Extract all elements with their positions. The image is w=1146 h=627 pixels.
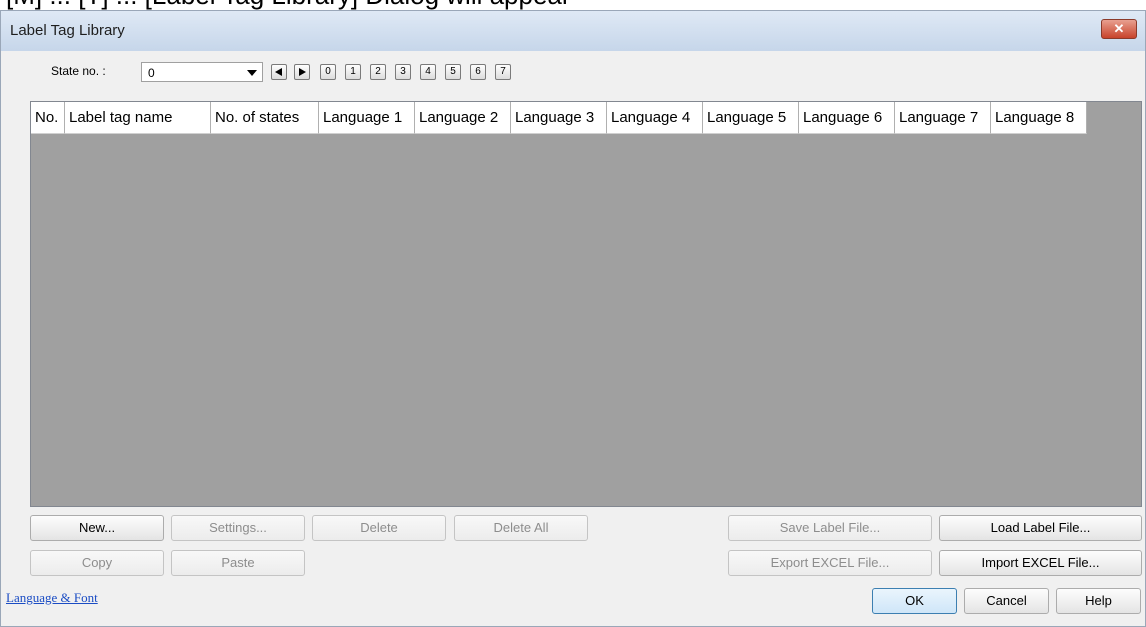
dialog-title: Label Tag Library — [10, 22, 125, 39]
state-button-7[interactable]: 7 — [495, 64, 511, 80]
column-header-language-1[interactable]: Language 1 — [319, 102, 415, 134]
state-selector-row: State no. : 0 0 1 2 3 4 5 6 7 — [1, 55, 1145, 85]
language-font-link[interactable]: Language & Font — [6, 590, 98, 606]
column-header-language-2[interactable]: Language 2 — [415, 102, 511, 134]
title-bar: Label Tag Library ✕ — [1, 11, 1145, 51]
help-button[interactable]: Help — [1056, 588, 1141, 614]
export-excel-file-button[interactable]: Export EXCEL File... — [728, 550, 932, 576]
state-button-2[interactable]: 2 — [370, 64, 386, 80]
state-button-6[interactable]: 6 — [470, 64, 486, 80]
column-header-no[interactable]: No. — [31, 102, 65, 134]
column-header-language-4[interactable]: Language 4 — [607, 102, 703, 134]
state-button-0[interactable]: 0 — [320, 64, 336, 80]
delete-button[interactable]: Delete — [312, 515, 446, 541]
state-no-value: 0 — [148, 66, 155, 80]
label-tag-library-dialog: Label Tag Library ✕ State no. : 0 0 1 2 … — [0, 10, 1146, 627]
paste-button[interactable]: Paste — [171, 550, 305, 576]
column-header-language-7[interactable]: Language 7 — [895, 102, 991, 134]
column-header-language-6[interactable]: Language 6 — [799, 102, 895, 134]
column-header-language-5[interactable]: Language 5 — [703, 102, 799, 134]
state-button-1[interactable]: 1 — [345, 64, 361, 80]
clipped-caption-text: [M] ... [T] ... [Label Tag Library] Dial… — [0, 0, 1146, 10]
load-label-file-button[interactable]: Load Label File... — [939, 515, 1142, 541]
close-icon[interactable]: ✕ — [1101, 19, 1137, 39]
settings-button[interactable]: Settings... — [171, 515, 305, 541]
import-excel-file-button[interactable]: Import EXCEL File... — [939, 550, 1142, 576]
column-header-label-tag-name[interactable]: Label tag name — [65, 102, 211, 134]
save-label-file-button[interactable]: Save Label File... — [728, 515, 932, 541]
label-tag-table[interactable]: No. Label tag name No. of states Languag… — [30, 101, 1142, 507]
previous-state-button[interactable] — [271, 64, 287, 80]
new-button[interactable]: New... — [30, 515, 164, 541]
column-header-language-8[interactable]: Language 8 — [991, 102, 1087, 134]
column-header-language-3[interactable]: Language 3 — [511, 102, 607, 134]
cancel-button[interactable]: Cancel — [964, 588, 1049, 614]
next-state-button[interactable] — [294, 64, 310, 80]
chevron-down-icon[interactable] — [247, 70, 257, 76]
state-button-3[interactable]: 3 — [395, 64, 411, 80]
ok-button[interactable]: OK — [872, 588, 957, 614]
state-button-5[interactable]: 5 — [445, 64, 461, 80]
state-no-dropdown[interactable]: 0 — [141, 62, 263, 82]
arrow-right-icon — [299, 68, 306, 76]
arrow-left-icon — [275, 68, 282, 76]
state-button-4[interactable]: 4 — [420, 64, 436, 80]
copy-button[interactable]: Copy — [30, 550, 164, 576]
delete-all-button[interactable]: Delete All — [454, 515, 588, 541]
column-header-no-of-states[interactable]: No. of states — [211, 102, 319, 134]
state-no-label: State no. : — [51, 64, 106, 78]
table-header: No. Label tag name No. of states Languag… — [31, 102, 1087, 134]
